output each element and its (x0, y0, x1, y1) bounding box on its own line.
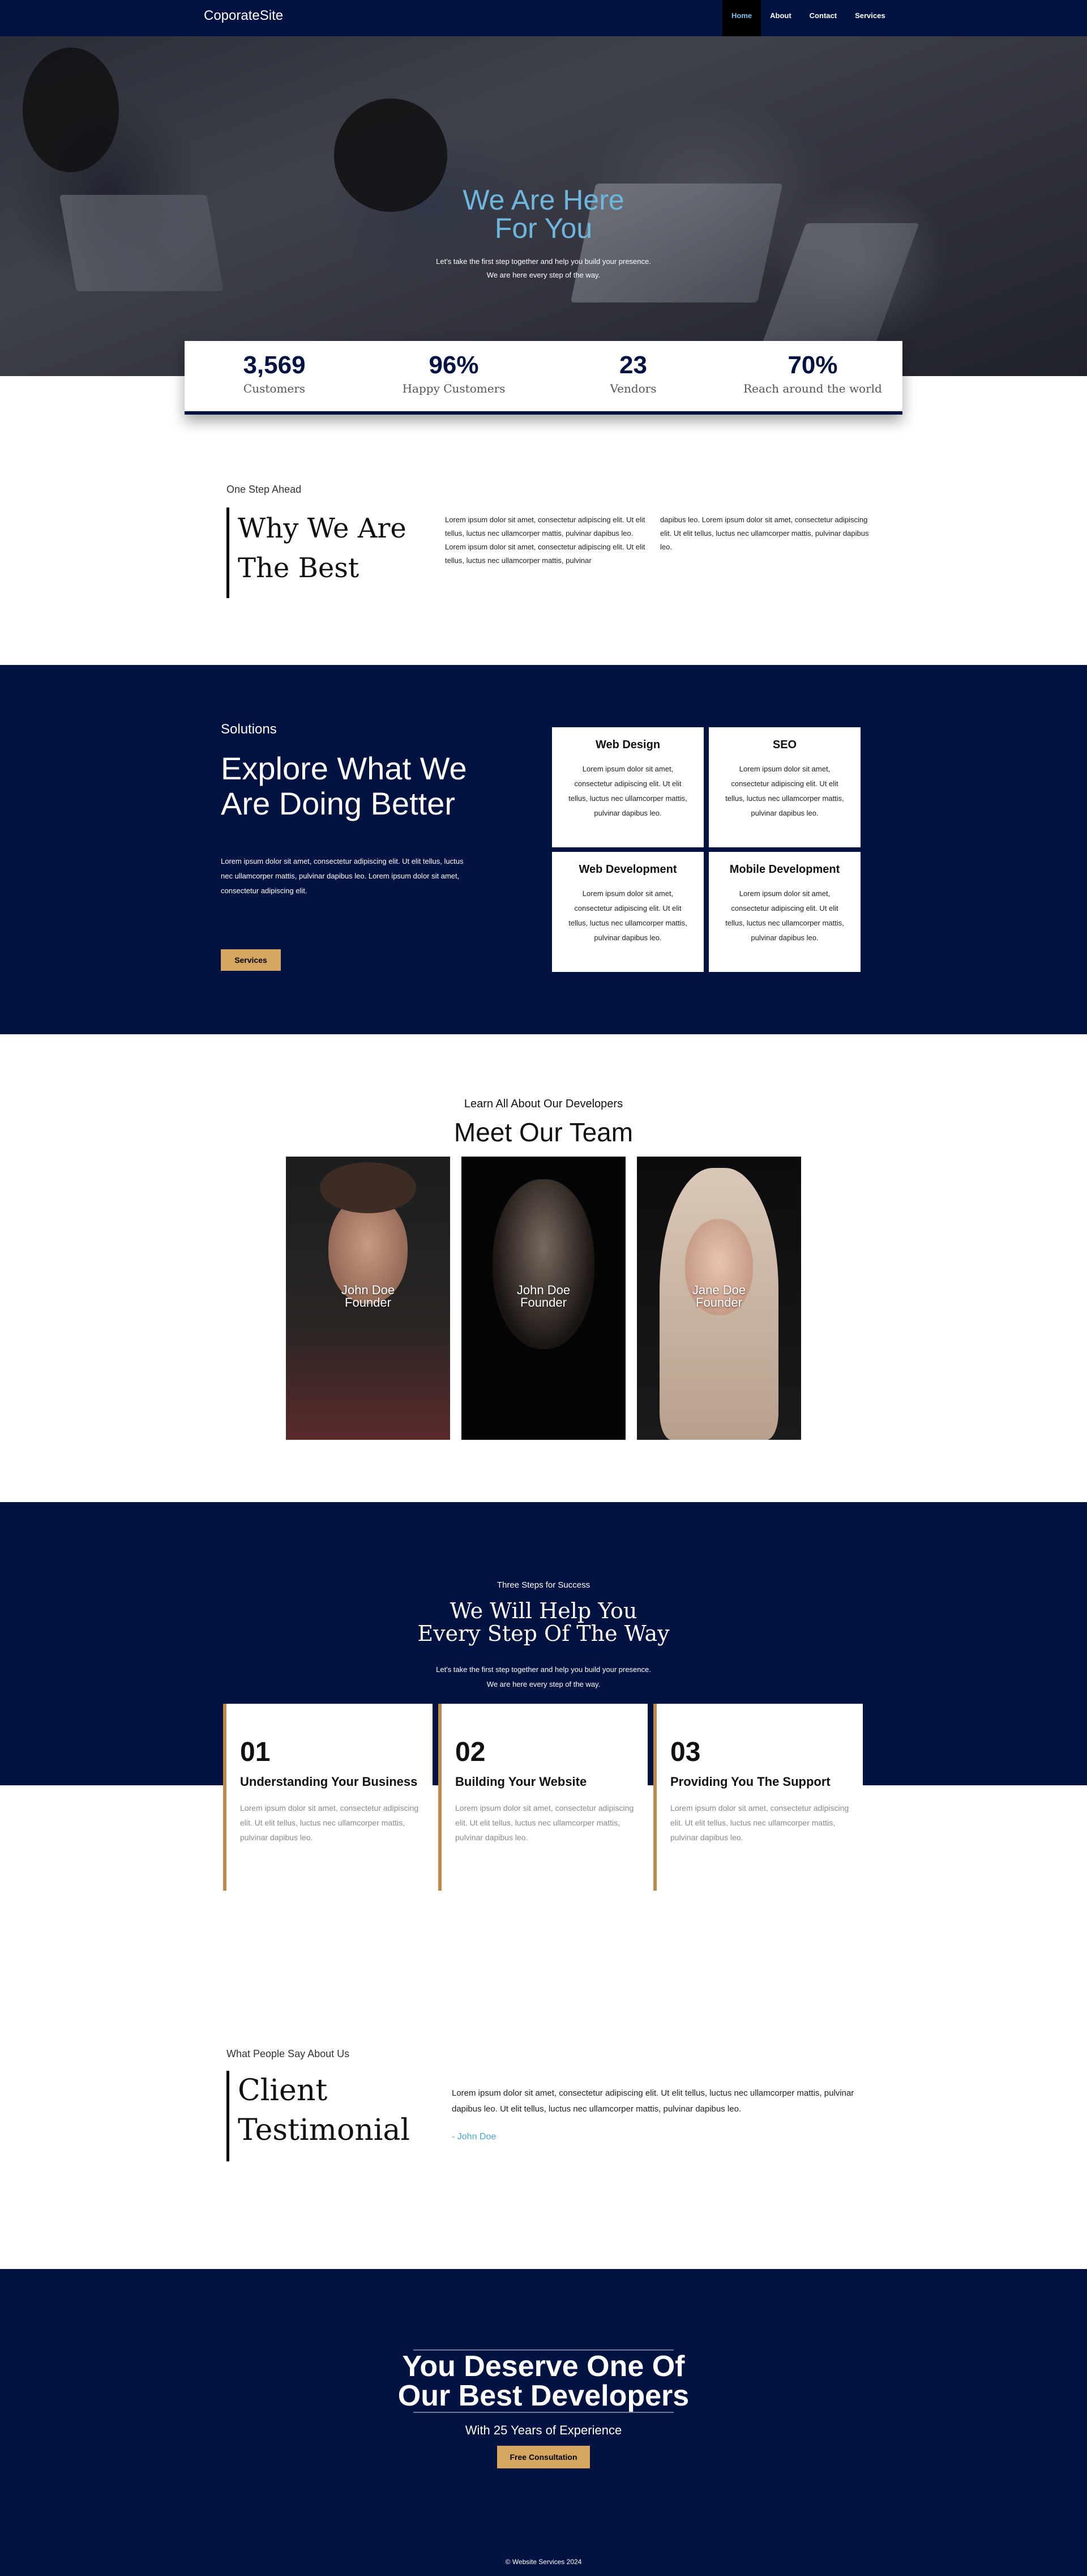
why-title-line2: The Best (238, 552, 360, 584)
free-consultation-button[interactable]: Free Consultation (497, 2446, 590, 2468)
why-title: Why We Are The Best (238, 509, 419, 588)
testimonial-title-line1: Client (238, 2074, 328, 2108)
service-card-title: SEO (772, 739, 797, 751)
services-button[interactable]: Services (221, 949, 281, 971)
testimonial-title: Client Testimonial (238, 2071, 430, 2150)
step-number: 03 (670, 1737, 701, 1767)
cta-title-line2: Our Best Developers (397, 2379, 690, 2412)
cta-title-line1: You Deserve One Of (402, 2350, 685, 2383)
service-card-mobile-development[interactable]: Mobile Development Lorem ipsum dolor sit… (709, 852, 861, 972)
team-member-card[interactable]: Jane Doe Founder (637, 1157, 801, 1440)
navbar: CoporateSite Home About Contact Services (0, 0, 1087, 36)
hero-title: We Are Here For You (0, 186, 1087, 242)
steps-title: We Will Help You Every Step Of The Way (0, 1600, 1087, 1645)
cta-subtitle: With 25 Years of Experience (465, 2423, 622, 2437)
hero-title-line1: We Are Here (463, 184, 624, 216)
nav-links: Home About Contact Services (722, 0, 895, 36)
step-card: 02 Building Your Website Lorem ipsum dol… (438, 1704, 648, 1891)
why-text-column-2: dapibus leo. Lorem ipsum dolor sit amet,… (660, 515, 869, 551)
why-kicker: One Step Ahead (226, 484, 302, 495)
service-card-seo[interactable]: SEO Lorem ipsum dolor sit amet, consecte… (709, 727, 861, 847)
service-card-title: Mobile Development (729, 863, 840, 876)
team-member-hair (320, 1162, 416, 1213)
why-title-line1: Why We Are (238, 513, 406, 544)
solutions-section: Solutions Explore What We Are Doing Bett… (0, 665, 1087, 1034)
team-section: Learn All About Our Developers Meet Our … (0, 1034, 1087, 1502)
team-member-role: Founder (520, 1295, 567, 1310)
hero-section: We Are Here For You Let's take the first… (0, 36, 1087, 376)
team-member-caption: Jane Doe Founder (637, 1284, 801, 1309)
hero-subtitle-line2: We are here every step of the way. (486, 271, 601, 279)
testimonial-accent-bar (226, 2071, 229, 2161)
team-title: Meet Our Team (453, 1118, 634, 1147)
solutions-title: Explore What We Are Doing Better (221, 751, 504, 821)
why-accent-bar (226, 507, 229, 598)
step-title: Understanding Your Business (240, 1775, 418, 1789)
steps-title-line1: We Will Help You (450, 1598, 637, 1623)
stat-value: 70% (788, 351, 838, 379)
step-card: 01 Understanding Your Business Lorem ips… (223, 1704, 433, 1891)
nav-home-link[interactable]: Home (722, 0, 761, 36)
step-number: 01 (240, 1737, 271, 1767)
hero-subtitle-line1: Let's take the first step together and h… (436, 257, 651, 266)
service-card-text: Lorem ipsum dolor sit amet, consectetur … (568, 889, 687, 942)
solutions-title-line1: Explore What We (221, 750, 467, 786)
cta-section: You Deserve One Of Our Best Developers W… (0, 2269, 1087, 2576)
step-text: Lorem ipsum dolor sit amet, consectetur … (670, 1803, 849, 1842)
testimonial-kicker: What People Say About Us (226, 2048, 350, 2059)
steps-subtitle-line2: We are here every step of the way. (486, 1680, 601, 1688)
testimonial-section: What People Say About Us Client Testimon… (0, 1972, 1087, 2218)
stat-value: 23 (619, 351, 647, 379)
step-title: Providing You The Support (670, 1775, 831, 1789)
why-text-column-1: Lorem ipsum dolor sit amet, consectetur … (445, 515, 645, 565)
team-kicker: Learn All About Our Developers (464, 1098, 623, 1110)
service-card-text: Lorem ipsum dolor sit amet, consectetur … (568, 765, 687, 817)
steps-section: Three Steps for Success We Will Help You… (0, 1502, 1087, 1972)
testimonial-author: - John Doe (452, 2132, 497, 2142)
service-card-web-development[interactable]: Web Development Lorem ipsum dolor sit am… (552, 852, 704, 972)
solutions-title-line2: Are Doing Better (221, 786, 455, 821)
step-text: Lorem ipsum dolor sit amet, consectetur … (455, 1803, 634, 1842)
team-member-photo (493, 1179, 594, 1349)
nav-contact-link[interactable]: Contact (801, 0, 846, 36)
service-card-title: Web Design (595, 739, 661, 751)
service-card-title: Web Development (579, 863, 677, 876)
team-member-caption: John Doe Founder (286, 1284, 450, 1309)
steps-subtitle-line1: Let's take the first step together and h… (436, 1665, 651, 1674)
stat-value: 96% (429, 351, 479, 379)
steps-title-line2: Every Step Of The Way (417, 1621, 670, 1646)
hero-title-line2: For You (494, 212, 593, 244)
team-member-caption: John Doe Founder (461, 1284, 626, 1309)
team-member-role: Founder (345, 1295, 391, 1310)
nav-services-link[interactable]: Services (846, 0, 895, 36)
step-number: 02 (455, 1737, 486, 1767)
service-card-text: Lorem ipsum dolor sit amet, consectetur … (725, 765, 844, 817)
nav-about-link[interactable]: About (761, 0, 801, 36)
service-card-web-design[interactable]: Web Design Lorem ipsum dolor sit amet, c… (552, 727, 704, 847)
steps-kicker: Three Steps for Success (497, 1580, 590, 1590)
footer-copyright: © Website Services 2024 (505, 2558, 582, 2566)
brand-logo[interactable]: CoporateSite (204, 8, 283, 24)
cta-title: You Deserve One Of Our Best Developers (0, 2352, 1087, 2411)
why-section: One Step Ahead Why We Are The Best Lorem… (0, 376, 1087, 623)
step-title: Building Your Website (455, 1775, 587, 1789)
stat-value: 3,569 (243, 351, 306, 379)
step-text: Lorem ipsum dolor sit amet, consectetur … (240, 1803, 419, 1842)
testimonial-title-line2: Testimonial (238, 2113, 410, 2147)
team-member-card[interactable]: John Doe Founder (461, 1157, 626, 1440)
team-member-role: Founder (696, 1295, 742, 1310)
solutions-description: Lorem ipsum dolor sit amet, consectetur … (221, 857, 464, 895)
testimonial-quote: Lorem ipsum dolor sit amet, consectetur … (452, 2088, 854, 2114)
team-member-card[interactable]: John Doe Founder (286, 1157, 450, 1440)
cta-divider-bottom (413, 2412, 674, 2413)
solutions-kicker: Solutions (221, 722, 277, 737)
service-card-text: Lorem ipsum dolor sit amet, consectetur … (725, 889, 844, 942)
step-card: 03 Providing You The Support Lorem ipsum… (653, 1704, 863, 1891)
